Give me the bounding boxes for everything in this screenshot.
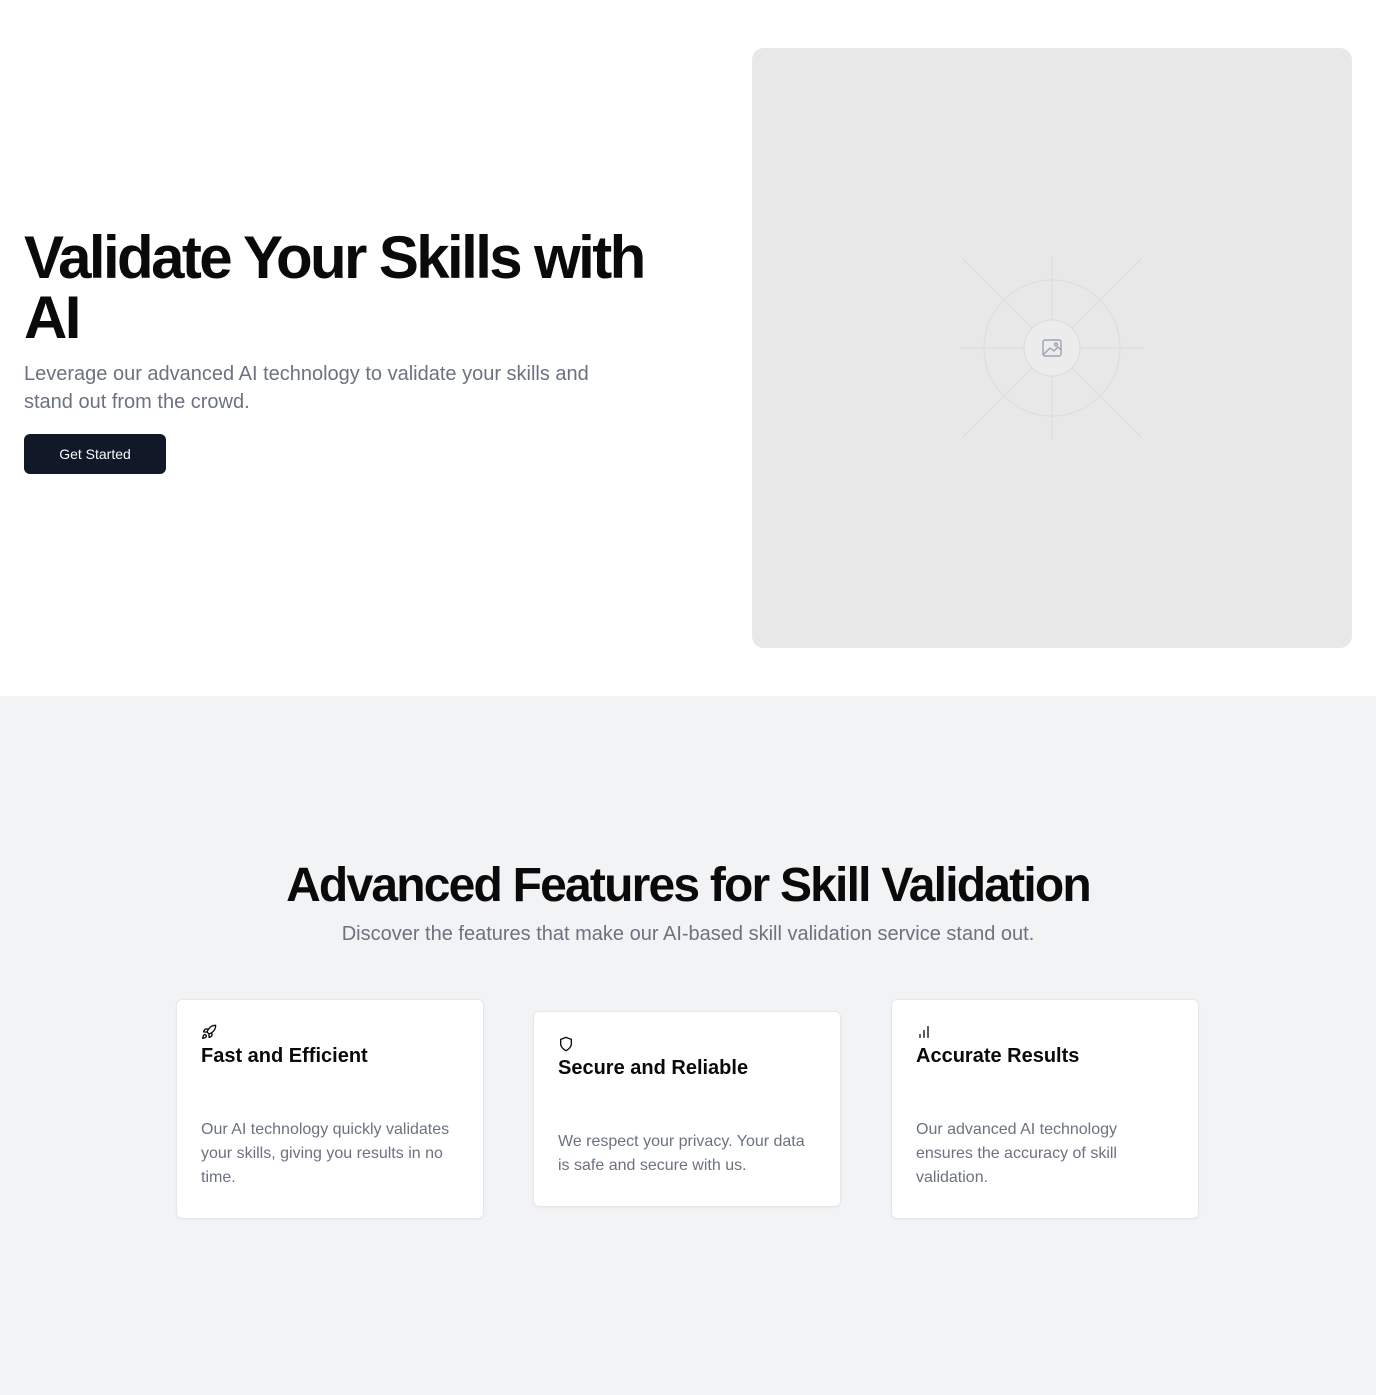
features-title: Advanced Features for Skill Validation xyxy=(286,859,1092,912)
feature-card-title: Accurate Results xyxy=(916,1045,1080,1067)
hero-content: Validate Your Skills with AI Leverage ou… xyxy=(24,228,684,474)
feature-card-secure: Secure and Reliable We respect your priv… xyxy=(533,1011,841,1207)
get-started-button[interactable]: Get Started xyxy=(24,434,166,474)
feature-card-fast: Fast and Efficient Our AI technology qui… xyxy=(176,999,484,1219)
features-eyebrow: Features xyxy=(660,832,716,848)
hero-section: Validate Your Skills with AI Leverage ou… xyxy=(0,0,1376,696)
shield-icon xyxy=(560,1036,572,1052)
bar-chart-icon xyxy=(919,1026,929,1038)
hero-title: Validate Your Skills with AI xyxy=(24,224,646,351)
rocket-icon xyxy=(202,1024,217,1039)
hero-image-placeholder xyxy=(752,48,1352,648)
feature-card-accurate: Accurate Results Our advanced AI technol… xyxy=(891,999,1199,1219)
hero-subtitle: Leverage our advanced AI technology to v… xyxy=(24,363,589,413)
feature-card-text: We respect your privacy. Your data is sa… xyxy=(558,1133,805,1174)
features-subtitle: Discover the features that make our AI-b… xyxy=(341,923,1035,945)
feature-card-title: Fast and Efficient xyxy=(201,1045,368,1067)
image-placeholder-graphic xyxy=(960,256,1144,440)
feature-card-text: Our advanced AI technology ensures the a… xyxy=(916,1121,1118,1186)
features-section: Features Advanced Features for Skill Val… xyxy=(0,696,1376,1395)
feature-card-title: Secure and Reliable xyxy=(558,1057,749,1079)
feature-card-text: Our AI technology quickly validates your… xyxy=(201,1121,450,1186)
